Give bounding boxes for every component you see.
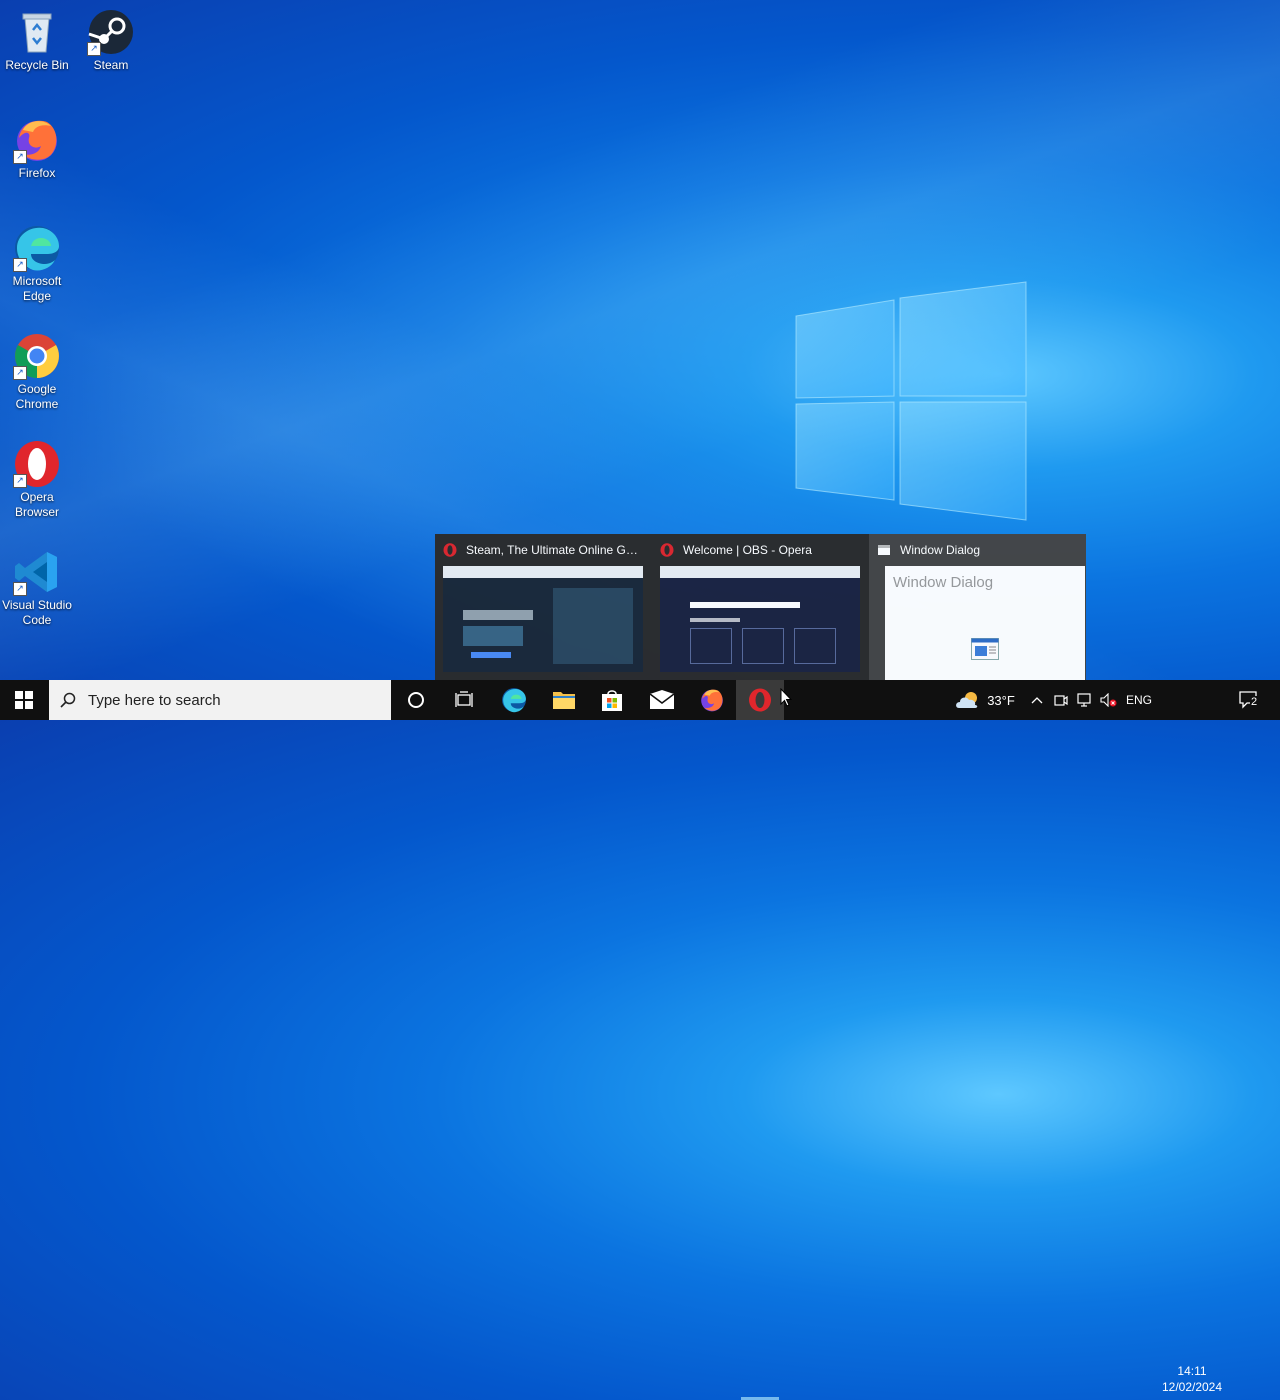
chevron-up-icon (1031, 697, 1043, 704)
weather-temperature: 33°F (987, 692, 1015, 708)
desktop-icon-label: Visual Studio Code (2, 598, 72, 627)
edge-icon (502, 688, 526, 713)
desktop-icon-vscode[interactable]: ↗ Visual Studio Code (0, 548, 74, 628)
start-button[interactable] (0, 680, 48, 720)
clock-date: 12/02/2024 (1161, 1380, 1223, 1394)
task-view-button[interactable] (440, 680, 488, 720)
window-icon (878, 545, 890, 555)
clock-time: 14:11 (1177, 1364, 1207, 1378)
opera-icon (443, 543, 457, 557)
desktop-icon-opera[interactable]: ↗ Opera Browser (0, 440, 74, 520)
taskbar-firefox[interactable] (688, 680, 736, 720)
search-icon (60, 692, 76, 708)
task-view-icon (455, 691, 473, 707)
weather-widget[interactable]: 33°F (950, 680, 1020, 720)
search-box[interactable]: Type here to search (49, 680, 391, 720)
thumbnail-title: Welcome | OBS - Opera (683, 543, 812, 557)
desktop-icon-steam[interactable]: ↗ Steam (74, 8, 148, 73)
desktop-icon-label: Opera Browser (14, 490, 59, 519)
tray-meet-now[interactable] (1050, 680, 1072, 720)
start-icon (15, 691, 33, 709)
thumbnail-title: Steam, The Ultimate Online Ga... (466, 543, 641, 557)
shortcut-arrow-icon: ↗ (13, 366, 27, 380)
taskbar-edge[interactable] (490, 680, 538, 720)
taskbar-opera[interactable] (736, 680, 784, 720)
thumbnail-preview (660, 566, 860, 672)
opera-icon (660, 543, 674, 557)
tray-network[interactable] (1074, 680, 1096, 720)
opera-icon (749, 688, 771, 712)
volume-muted-icon (1100, 693, 1117, 707)
shortcut-arrow-icon: ↗ (13, 150, 27, 164)
shortcut-arrow-icon: ↗ (13, 258, 27, 272)
taskbar-thumbnail-popup: Steam, The Ultimate Online Ga... Welcome… (435, 534, 1086, 680)
desktop-icon-label: Steam (93, 58, 129, 72)
cortana-button[interactable] (392, 680, 440, 720)
mail-icon (649, 690, 675, 709)
desktop-icon-label: Firefox (18, 166, 56, 180)
desktop-icon-label: Google Chrome (15, 382, 59, 411)
search-placeholder: Type here to search (88, 692, 221, 709)
shortcut-arrow-icon: ↗ (13, 474, 27, 488)
desktop-icon-recycle-bin[interactable]: Recycle Bin (0, 8, 74, 73)
file-explorer-icon (553, 692, 575, 709)
cloudy-weather-icon (956, 692, 978, 708)
tray-volume[interactable] (1098, 680, 1120, 720)
meet-now-icon (1054, 695, 1068, 706)
notification-center-button[interactable]: 2 (1232, 680, 1266, 720)
clock[interactable]: 14:11 12/02/2024 (1160, 1363, 1224, 1395)
language-indicator: ENG (1125, 693, 1152, 707)
windows-wallpaper-logo (795, 281, 1027, 521)
desktop-icon-label: Recycle Bin (5, 58, 69, 72)
taskbar-mail[interactable] (638, 680, 686, 720)
opera-icon: ↗ (13, 440, 61, 488)
edge-icon: ↗ (13, 224, 61, 272)
vscode-icon: ↗ (13, 548, 61, 596)
thumbnail-obs-window[interactable]: Welcome | OBS - Opera (652, 534, 869, 680)
show-hidden-icons-button[interactable] (1026, 680, 1048, 720)
firefox-icon (701, 689, 723, 712)
recycle-bin-icon (13, 8, 61, 56)
thumbnail-steam-window[interactable]: Steam, The Ultimate Online Ga... (435, 534, 652, 680)
steam-icon: ↗ (87, 8, 135, 56)
desktop-icon-firefox[interactable]: ↗ Firefox (0, 116, 74, 181)
chrome-icon: ↗ (13, 332, 61, 380)
thumbnail-window-dialog[interactable]: Window Dialog Window Dialog (869, 534, 1086, 680)
firefox-icon: ↗ (13, 116, 61, 164)
shortcut-arrow-icon: ↗ (13, 582, 27, 596)
dialog-window-icon (971, 638, 999, 660)
dialog-preview-title: Window Dialog (893, 574, 994, 591)
thumbnail-preview: Window Dialog (885, 566, 1085, 680)
taskbar-store[interactable] (588, 680, 636, 720)
tray-language[interactable]: ENG (1122, 680, 1156, 720)
desktop-icon-chrome[interactable]: ↗ Google Chrome (0, 332, 74, 412)
thumbnail-preview (443, 566, 643, 672)
taskbar-file-explorer[interactable] (540, 680, 588, 720)
taskbar: Type here to search 33°F ENG 14:11 12/02… (0, 680, 1280, 1400)
cortana-icon (408, 692, 424, 708)
desktop-icon-label: Microsoft Edge (12, 274, 62, 303)
store-icon (602, 690, 622, 711)
shortcut-arrow-icon: ↗ (87, 42, 101, 56)
network-icon (1077, 693, 1091, 707)
thumbnail-title: Window Dialog (900, 543, 981, 557)
notification-count: 2 (1250, 696, 1259, 708)
desktop-icon-edge[interactable]: ↗ Microsoft Edge (0, 224, 74, 304)
mouse-cursor-icon (780, 688, 792, 707)
